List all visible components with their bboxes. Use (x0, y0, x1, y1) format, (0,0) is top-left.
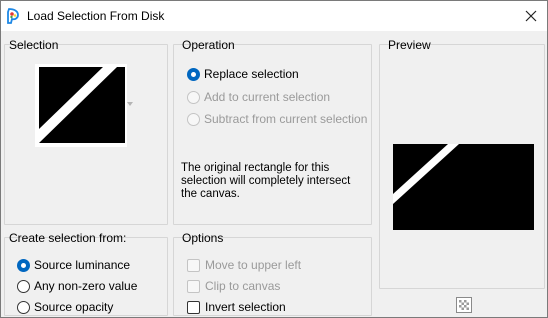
radio-label: Source opacity (34, 300, 114, 314)
create-selection-heading: Create selection from: (9, 231, 127, 245)
radio-indicator[interactable] (187, 90, 200, 104)
operation-heading: Operation (182, 38, 235, 52)
subtract-from-selection-radio[interactable]: Subtract from current selection (187, 112, 367, 126)
paint-shop-pro-icon (7, 8, 19, 24)
operation-description: The original rectangle for this selectio… (181, 162, 371, 201)
checkbox-label: Move to upper left (205, 258, 302, 272)
chevron-down-icon[interactable] (127, 102, 133, 106)
title-bar: Load Selection From Disk (1, 1, 547, 31)
preview-image (393, 144, 534, 230)
source-opacity-radio[interactable]: Source opacity (17, 300, 113, 314)
add-to-selection-radio[interactable]: Add to current selection (187, 90, 330, 104)
radio-indicator[interactable] (17, 279, 30, 293)
dialog-window: Load Selection From Disk Selection Opera… (0, 0, 548, 318)
options-heading: Options (182, 231, 224, 245)
move-to-upper-left-checkbox[interactable]: Move to upper left (187, 258, 301, 272)
clip-to-canvas-checkbox[interactable]: Clip to canvas (187, 279, 280, 293)
radio-indicator[interactable] (187, 112, 200, 126)
window-title: Load Selection From Disk (27, 9, 165, 23)
radio-indicator[interactable] (17, 300, 30, 314)
radio-indicator[interactable] (17, 258, 30, 272)
radio-label: Source luminance (34, 258, 131, 272)
radio-label: Subtract from current selection (204, 112, 368, 126)
replace-selection-radio[interactable]: Replace selection (187, 67, 299, 81)
selection-thumbnail[interactable] (39, 67, 125, 143)
checkbox-indicator[interactable] (187, 300, 200, 314)
checkbox-indicator[interactable] (187, 258, 200, 272)
invert-selection-checkbox[interactable]: Invert selection (187, 300, 286, 314)
checkbox-indicator[interactable] (187, 279, 200, 293)
checkerboard-icon[interactable] (456, 297, 472, 313)
radio-label: Any non-zero value (34, 279, 138, 293)
close-icon[interactable] (519, 5, 543, 27)
checkbox-label: Clip to canvas (205, 279, 281, 293)
any-non-zero-value-radio[interactable]: Any non-zero value (17, 279, 137, 293)
description-line: selection will completely intersect (181, 175, 351, 187)
source-luminance-radio[interactable]: Source luminance (17, 258, 130, 272)
radio-indicator[interactable] (187, 67, 200, 81)
selection-heading: Selection (9, 38, 59, 52)
checkbox-label: Invert selection (205, 300, 286, 314)
description-line: The original rectangle for this (181, 162, 330, 174)
radio-label: Add to current selection (204, 90, 331, 104)
preview-heading: Preview (388, 38, 431, 52)
description-line: the canvas. (181, 188, 240, 200)
radio-label: Replace selection (204, 67, 299, 81)
